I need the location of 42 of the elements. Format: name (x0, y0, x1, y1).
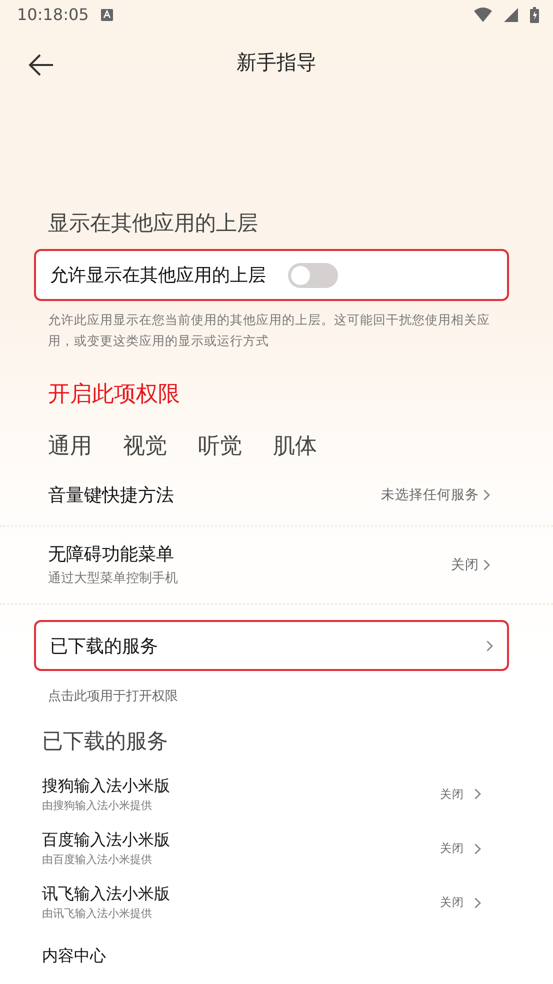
service-subtitle: 由讯飞输入法小米提供 (42, 906, 153, 922)
service-subtitle: 由百度输入法小米提供 (42, 852, 153, 868)
setting-title[interactable]: 音量键快捷方法 (48, 482, 381, 507)
service-title[interactable]: 百度输入法小米版 (42, 830, 440, 852)
category-tab[interactable]: 肌体 (273, 430, 317, 461)
keyboard-icon (100, 8, 113, 21)
chevron-icon (474, 842, 481, 855)
category-tab[interactable]: 通用 (48, 430, 92, 461)
signal-icon (504, 8, 518, 22)
back-arrow-icon (28, 54, 54, 76)
prompt-text: 开启此项权限 (48, 380, 181, 409)
chevron-icon (482, 488, 490, 501)
setting-subtitle: 通过大型菜单控制手机 (48, 570, 179, 588)
service-status: 关闭 (440, 895, 464, 910)
description-text: 允许此应用显示在您当前使用的其他应用的上层。这可能回干扰您使用相关应用，或变更这类应用的显示或运行方式 (48, 310, 491, 350)
service-subtitle: 由搜狗输入法小米提供 (42, 798, 153, 813)
chevron-icon (474, 896, 481, 909)
card-title: 已下载的服务 (50, 634, 159, 658)
service-title[interactable]: 讯飞输入法小米版 (42, 884, 440, 906)
toggle-switch[interactable] (288, 262, 338, 288)
section-title: 已下载的服务 (42, 728, 169, 756)
service-title[interactable]: 内容中心 (42, 946, 481, 968)
service-status: 关闭 (440, 841, 464, 856)
setting-value: 关闭 (450, 556, 479, 574)
toggle-label: 允许显示在其他应用的上层 (50, 264, 266, 288)
chevron-icon (482, 558, 490, 571)
section-title: 显示在其他应用的上层 (48, 210, 259, 238)
chevron-icon (474, 788, 481, 800)
setting-value: 未选择任何服务 (380, 486, 479, 504)
downloaded-services-card[interactable]: 已下载的服务 (34, 620, 509, 672)
category-tab[interactable]: 视觉 (123, 430, 167, 461)
service-status: 关闭 (440, 786, 464, 802)
status-time: 10:18:05 (17, 5, 89, 24)
permission-card[interactable]: 允许显示在其他应用的上层 (34, 249, 509, 301)
wifi-icon (474, 7, 492, 22)
battery-icon (530, 6, 539, 23)
service-title[interactable]: 搜狗输入法小米版 (42, 776, 440, 797)
page-title: 新手指导 (236, 49, 316, 76)
category-tab[interactable]: 听觉 (198, 430, 242, 461)
hint-text: 点击此项用于打开权限 (48, 688, 179, 706)
chevron-icon (486, 640, 493, 652)
setting-title[interactable]: 无障碍功能菜单 (48, 542, 451, 566)
